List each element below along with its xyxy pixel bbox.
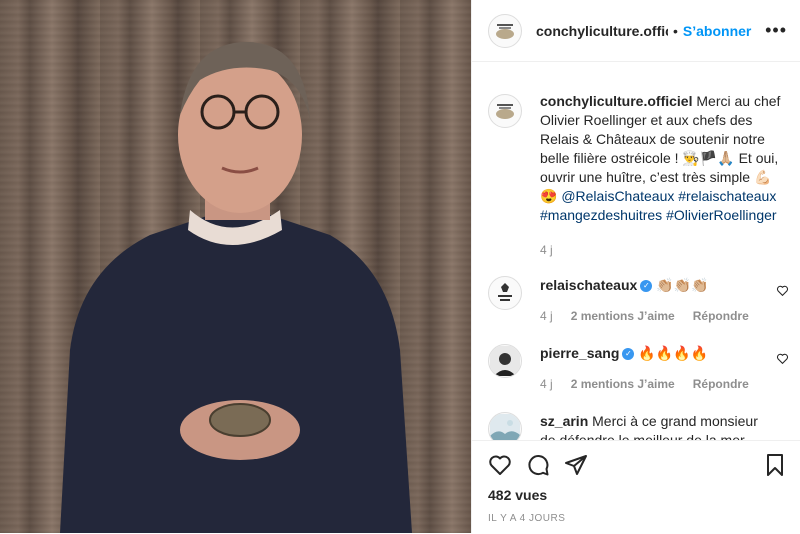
comment-age: 4 j (540, 377, 553, 391)
comment-avatar[interactable] (488, 276, 522, 310)
comment-item: sz_arin Merci à ce grand monsieur de déf… (472, 412, 800, 440)
hashtag-link[interactable]: #relaischateaux (678, 188, 776, 204)
heart-icon[interactable] (488, 453, 512, 477)
oyster-logo-icon (496, 104, 514, 119)
account-handle[interactable]: conchyliculture.offici (536, 23, 668, 39)
relais-chateaux-logo-icon (498, 283, 512, 301)
comment-meta: 4 j 2 mentions J’aime Répondre (540, 375, 770, 394)
comment-likes[interactable]: 2 mentions J’aime (571, 375, 675, 394)
comment-meta: 4 j 2 mentions J’aime Répondre (540, 307, 770, 326)
action-icons (472, 441, 800, 477)
comment-like-heart-icon[interactable] (776, 284, 789, 297)
reply-button[interactable]: Répondre (693, 375, 749, 394)
oyster-logo-icon (496, 23, 514, 39)
comment-author[interactable]: relaischateaux (540, 277, 637, 293)
share-icon[interactable] (564, 453, 588, 477)
hashtag-link[interactable]: #mangezdeshuitres (540, 207, 662, 223)
mention-link[interactable]: @RelaisChateaux (561, 188, 674, 204)
comment-item: relaischateaux ✓ 👏🏼👏🏼👏🏼 4 j 2 mentions J’a… (472, 276, 800, 326)
post-side-panel: conchyliculture.offici • S’abonner ••• c… (471, 0, 800, 533)
post-actions: 482 vues IL Y A 4 JOURS (472, 440, 800, 534)
caption-age: 4 j (540, 243, 553, 257)
more-options-icon[interactable]: ••• (765, 20, 787, 41)
post-timestamp: IL Y A 4 JOURS (488, 513, 566, 524)
comment-like-heart-icon[interactable] (776, 352, 789, 365)
comment-text: 🔥🔥🔥🔥 (638, 345, 709, 361)
follow-button[interactable]: S’abonner (683, 23, 751, 39)
comment-item: pierre_sang ✓ 🔥🔥🔥🔥 4 j 2 mentions J’aime R… (472, 344, 800, 394)
view-count[interactable]: 482 vues (472, 477, 800, 503)
caption-text: conchyliculture.officiel Merci au chef O… (540, 92, 785, 260)
verified-badge-icon: ✓ (640, 280, 653, 293)
post-caption: conchyliculture.officiel Merci au chef O… (472, 62, 800, 260)
comment-text: 👏🏼👏🏼👏🏼 (656, 277, 709, 293)
portrait-avatar-icon (490, 346, 520, 376)
caption-avatar[interactable] (488, 94, 522, 128)
post-header: conchyliculture.offici • S’abonner ••• (472, 0, 800, 62)
comment-age: 4 j (540, 309, 553, 323)
separator-dot: • (673, 22, 678, 39)
chef-figure (60, 41, 412, 533)
comments-list[interactable]: conchyliculture.officiel Merci au chef O… (472, 62, 800, 440)
comment-author[interactable]: pierre_sang (540, 345, 619, 361)
post-video[interactable] (0, 0, 471, 533)
account-avatar[interactable] (488, 13, 522, 48)
reply-button[interactable]: Répondre (693, 307, 749, 326)
comment-avatar[interactable] (488, 412, 522, 440)
verified-badge-icon: ✓ (622, 348, 635, 361)
landscape-avatar-icon (490, 414, 520, 440)
comment-avatar[interactable] (488, 344, 522, 378)
comment-author[interactable]: sz_arin (540, 413, 588, 429)
hashtag-link[interactable]: #OlivierRoellinger (666, 207, 777, 223)
comment-likes[interactable]: 2 mentions J’aime (571, 307, 675, 326)
caption-author[interactable]: conchyliculture.officiel (540, 93, 692, 109)
comment-icon[interactable] (526, 453, 550, 477)
save-icon[interactable] (763, 453, 787, 477)
